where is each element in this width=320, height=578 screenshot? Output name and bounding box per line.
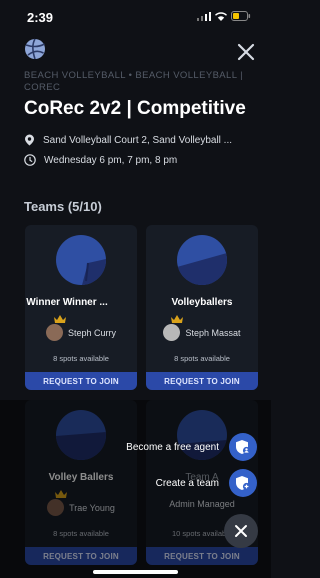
create-team-action[interactable]: Create a team xyxy=(156,469,257,497)
system-icons xyxy=(197,11,251,21)
request-to-join-button[interactable]: REQUEST TO JOIN xyxy=(146,372,258,390)
location-pin-icon xyxy=(25,134,34,146)
request-to-join-button[interactable]: REQUEST TO JOIN xyxy=(25,372,137,390)
volleyball-logo-icon xyxy=(25,38,45,60)
team-name: Winner Winner ... xyxy=(26,297,108,308)
close-icon[interactable] xyxy=(235,41,257,63)
shield-user-icon xyxy=(236,440,251,455)
wifi-icon xyxy=(215,11,227,21)
shield-plus-icon xyxy=(236,476,251,491)
signal-icon xyxy=(197,11,211,21)
captain-avatar xyxy=(163,315,184,341)
status-time: 2:39 xyxy=(27,10,54,25)
captain-name: Steph Massat xyxy=(185,327,241,338)
schedule-text: Wednesday 6 pm, 7 pm, 8 pm xyxy=(44,154,178,166)
team-avatar xyxy=(56,235,106,285)
page-title: CoRec 2v2 | Competitive xyxy=(24,98,246,119)
close-icon xyxy=(235,525,247,537)
breadcrumb: BEACH VOLLEYBALL • BEACH VOLLEYBALL | CO… xyxy=(24,70,243,93)
team-card[interactable]: Winner Winner ... Steph Curry 8 spots av… xyxy=(25,225,137,390)
captain-avatar xyxy=(45,315,66,341)
become-free-agent-action[interactable]: Become a free agent xyxy=(126,433,257,461)
location-row: Sand Volleyball Court 2, Sand Volleyball… xyxy=(24,134,232,146)
become-free-agent-label: Become a free agent xyxy=(126,441,219,453)
team-name: Volleyballers xyxy=(171,297,233,308)
spots-available: 8 spots available xyxy=(174,354,230,363)
clock-icon xyxy=(24,154,36,166)
schedule-row: Wednesday 6 pm, 7 pm, 8 pm xyxy=(24,154,177,166)
team-card[interactable]: Volleyballers Steph Massat 8 spots avail… xyxy=(146,225,258,390)
create-team-button[interactable] xyxy=(229,469,257,497)
team-captain: Steph Massat xyxy=(146,315,258,341)
location-text: Sand Volleyball Court 2, Sand Volleyball… xyxy=(43,134,233,146)
spots-available: 8 spots available xyxy=(53,354,109,363)
home-indicator[interactable] xyxy=(93,570,178,574)
crown-icon xyxy=(171,315,184,323)
crown-icon xyxy=(53,315,66,323)
team-captain: Steph Curry xyxy=(25,315,137,341)
close-fab-button[interactable] xyxy=(224,514,258,548)
become-free-agent-button[interactable] xyxy=(229,433,257,461)
team-avatar xyxy=(177,235,227,285)
status-bar: 2:39 xyxy=(0,0,271,30)
captain-name: Steph Curry xyxy=(67,327,117,338)
battery-icon xyxy=(231,11,251,21)
create-team-label: Create a team xyxy=(155,477,219,489)
teams-header: Teams (5/10) xyxy=(24,199,102,214)
